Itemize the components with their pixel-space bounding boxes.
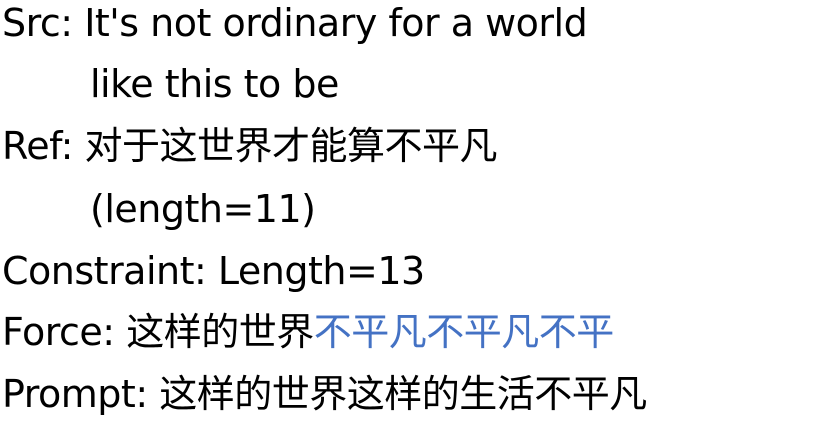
ref-label: Ref: — [2, 124, 73, 168]
src-line: Src: It's not ordinary for a world — [2, 0, 588, 49]
force-text-highlight: 不平凡不平凡不平 — [313, 310, 615, 354]
prompt-text: 这样的世界这样的生活不平凡 — [159, 372, 647, 416]
prompt-line: Prompt: 这样的世界这样的生活不平凡 — [2, 368, 647, 420]
ref-length-line: (length=11) — [90, 183, 316, 235]
force-label: Force: — [2, 310, 115, 354]
ref-text: 对于这世界才能算不平凡 — [84, 124, 498, 168]
force-line: Force: 这样的世界不平凡不平凡不平 — [2, 306, 614, 358]
src-continuation-line: like this to be — [90, 58, 339, 110]
constraint-label: Constraint: — [2, 249, 207, 293]
ref-length-note: (length=11) — [90, 187, 316, 231]
src-text-line2: like this to be — [90, 62, 339, 106]
src-text-line1: It's not ordinary for a world — [84, 1, 588, 45]
constraint-line: Constraint: Length=13 — [2, 245, 425, 297]
ref-line: Ref: 对于这世界才能算不平凡 — [2, 120, 498, 172]
constraint-text: Length=13 — [217, 249, 425, 293]
prompt-label: Prompt: — [2, 372, 148, 416]
force-text-plain: 这样的世界 — [126, 310, 314, 354]
src-label: Src: — [2, 1, 73, 45]
